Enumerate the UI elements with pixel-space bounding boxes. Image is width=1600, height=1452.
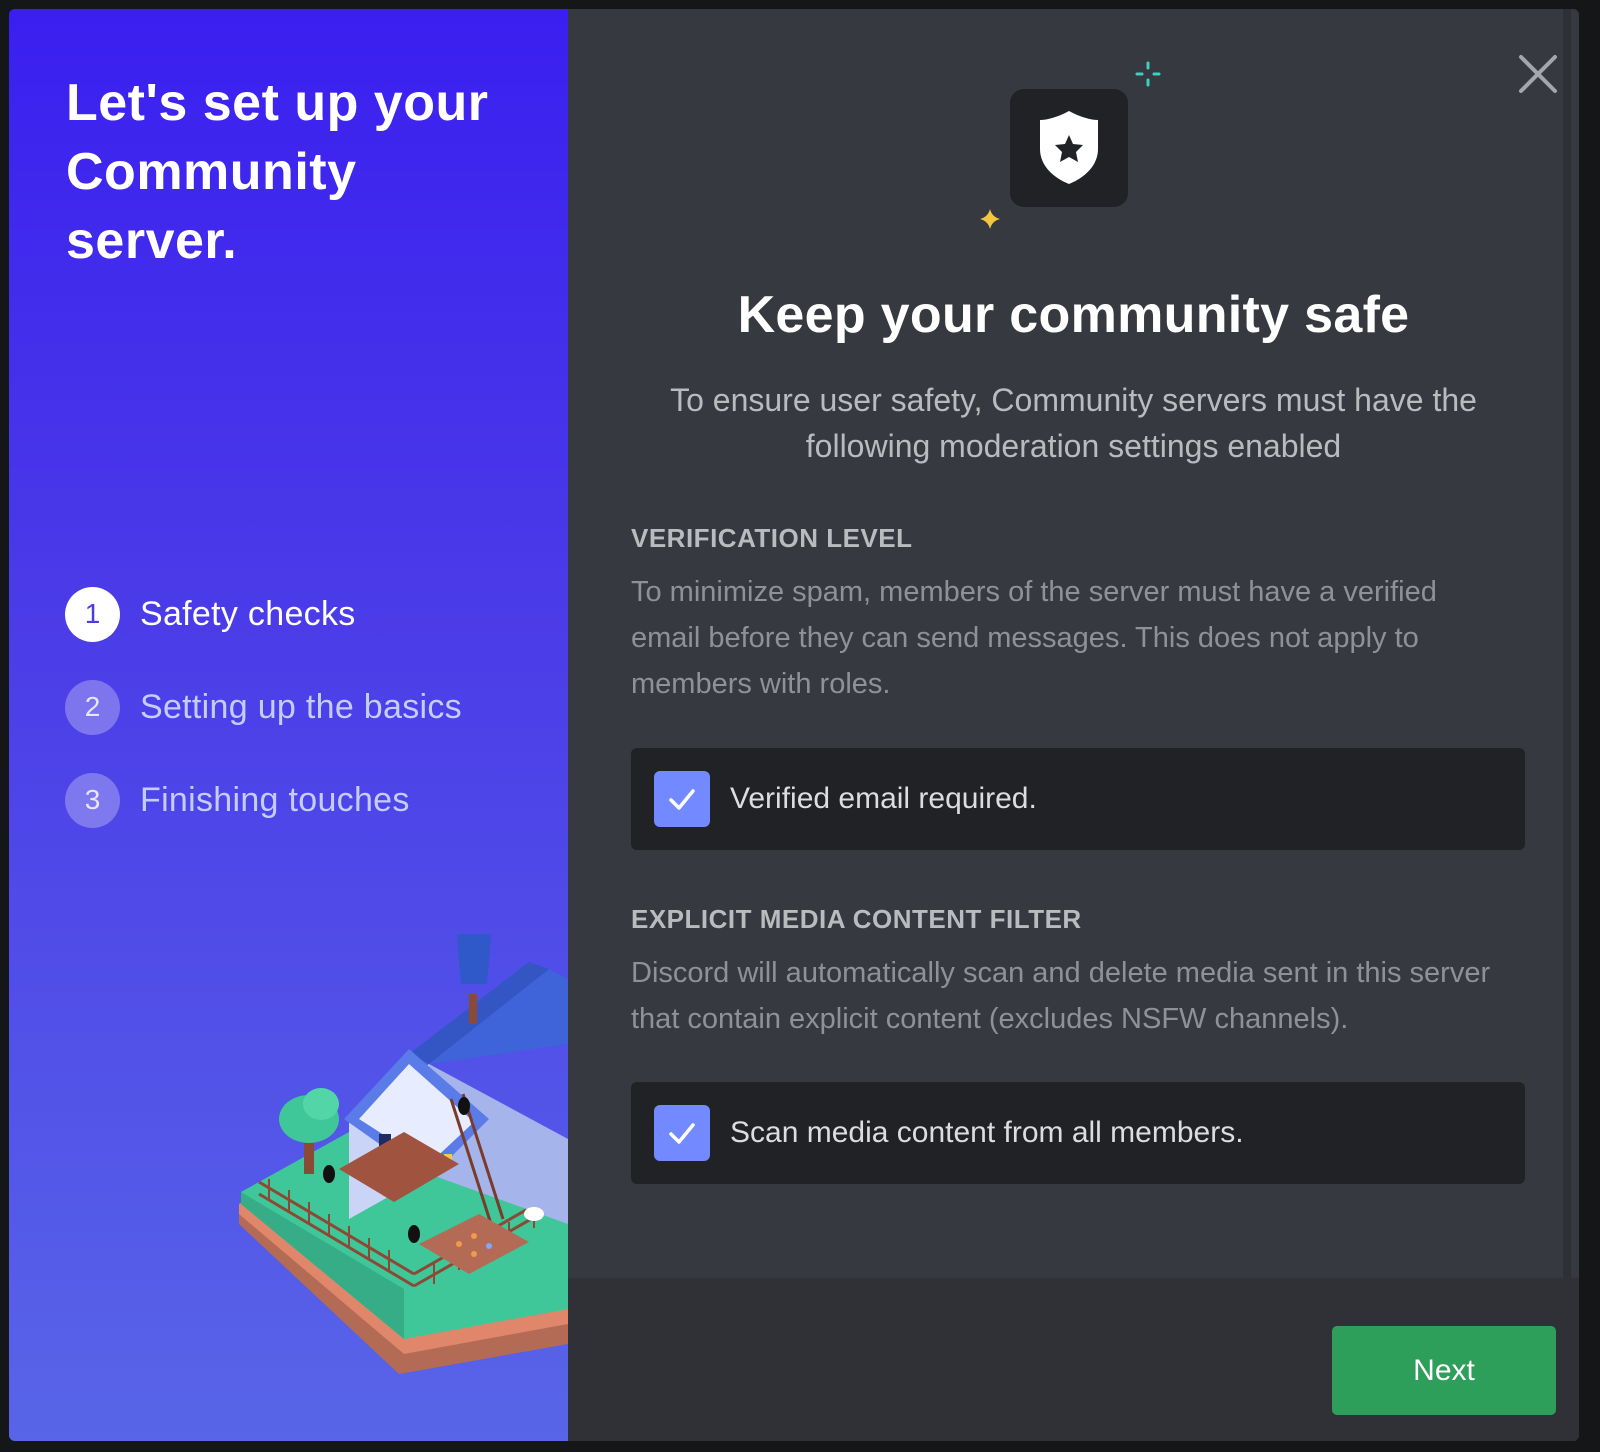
step-safety-checks: 1 Safety checks xyxy=(65,586,462,642)
step-number: 1 xyxy=(65,586,120,642)
modal-footer: Next xyxy=(568,1278,1579,1441)
step-setting-up-basics: 2 Setting up the basics xyxy=(65,679,462,735)
next-button[interactable]: Next xyxy=(1332,1326,1556,1415)
step-label: Setting up the basics xyxy=(140,687,462,726)
step-finishing-touches: 3 Finishing touches xyxy=(65,772,462,828)
checkmark-icon xyxy=(669,789,695,810)
community-setup-modal: Let's set up your Community server. 1 Sa… xyxy=(9,9,1579,1441)
setup-content: Keep your community safe To ensure user … xyxy=(568,9,1579,1441)
scan-media-option[interactable]: Scan media content from all members. xyxy=(631,1082,1525,1184)
verification-level-heading: VERIFICATION LEVEL xyxy=(631,523,913,553)
verified-email-label: Verified email required. xyxy=(730,782,1037,815)
page-title: Keep your community safe xyxy=(737,286,1410,344)
verified-email-checkbox[interactable] xyxy=(654,771,710,827)
shield-star-icon xyxy=(980,61,1161,229)
setup-sidebar: Let's set up your Community server. 1 Sa… xyxy=(9,9,568,1441)
sidebar-title: Let's set up your Community server. xyxy=(66,74,489,270)
verified-email-option[interactable]: Verified email required. xyxy=(631,748,1525,850)
step-number: 3 xyxy=(65,772,120,828)
scrollbar[interactable] xyxy=(1563,9,1571,1278)
step-label: Safety checks xyxy=(140,594,356,633)
page-subtitle: To ensure user safety, Community servers… xyxy=(670,382,1477,464)
scan-media-label: Scan media content from all members. xyxy=(730,1116,1244,1149)
checkmark-icon xyxy=(669,1123,695,1144)
house-illustration xyxy=(239,934,568,1374)
verification-level-description: To minimize spam, members of the server … xyxy=(631,576,1437,700)
media-filter-heading: EXPLICIT MEDIA CONTENT FILTER xyxy=(631,904,1082,934)
scan-media-checkbox[interactable] xyxy=(654,1105,710,1161)
step-list: 1 Safety checks 2 Setting up the basics … xyxy=(65,586,462,865)
step-label: Finishing touches xyxy=(140,780,410,819)
media-filter-description: Discord will automatically scan and dele… xyxy=(631,957,1491,1035)
step-number: 2 xyxy=(65,679,120,735)
close-icon[interactable] xyxy=(1517,53,1559,95)
